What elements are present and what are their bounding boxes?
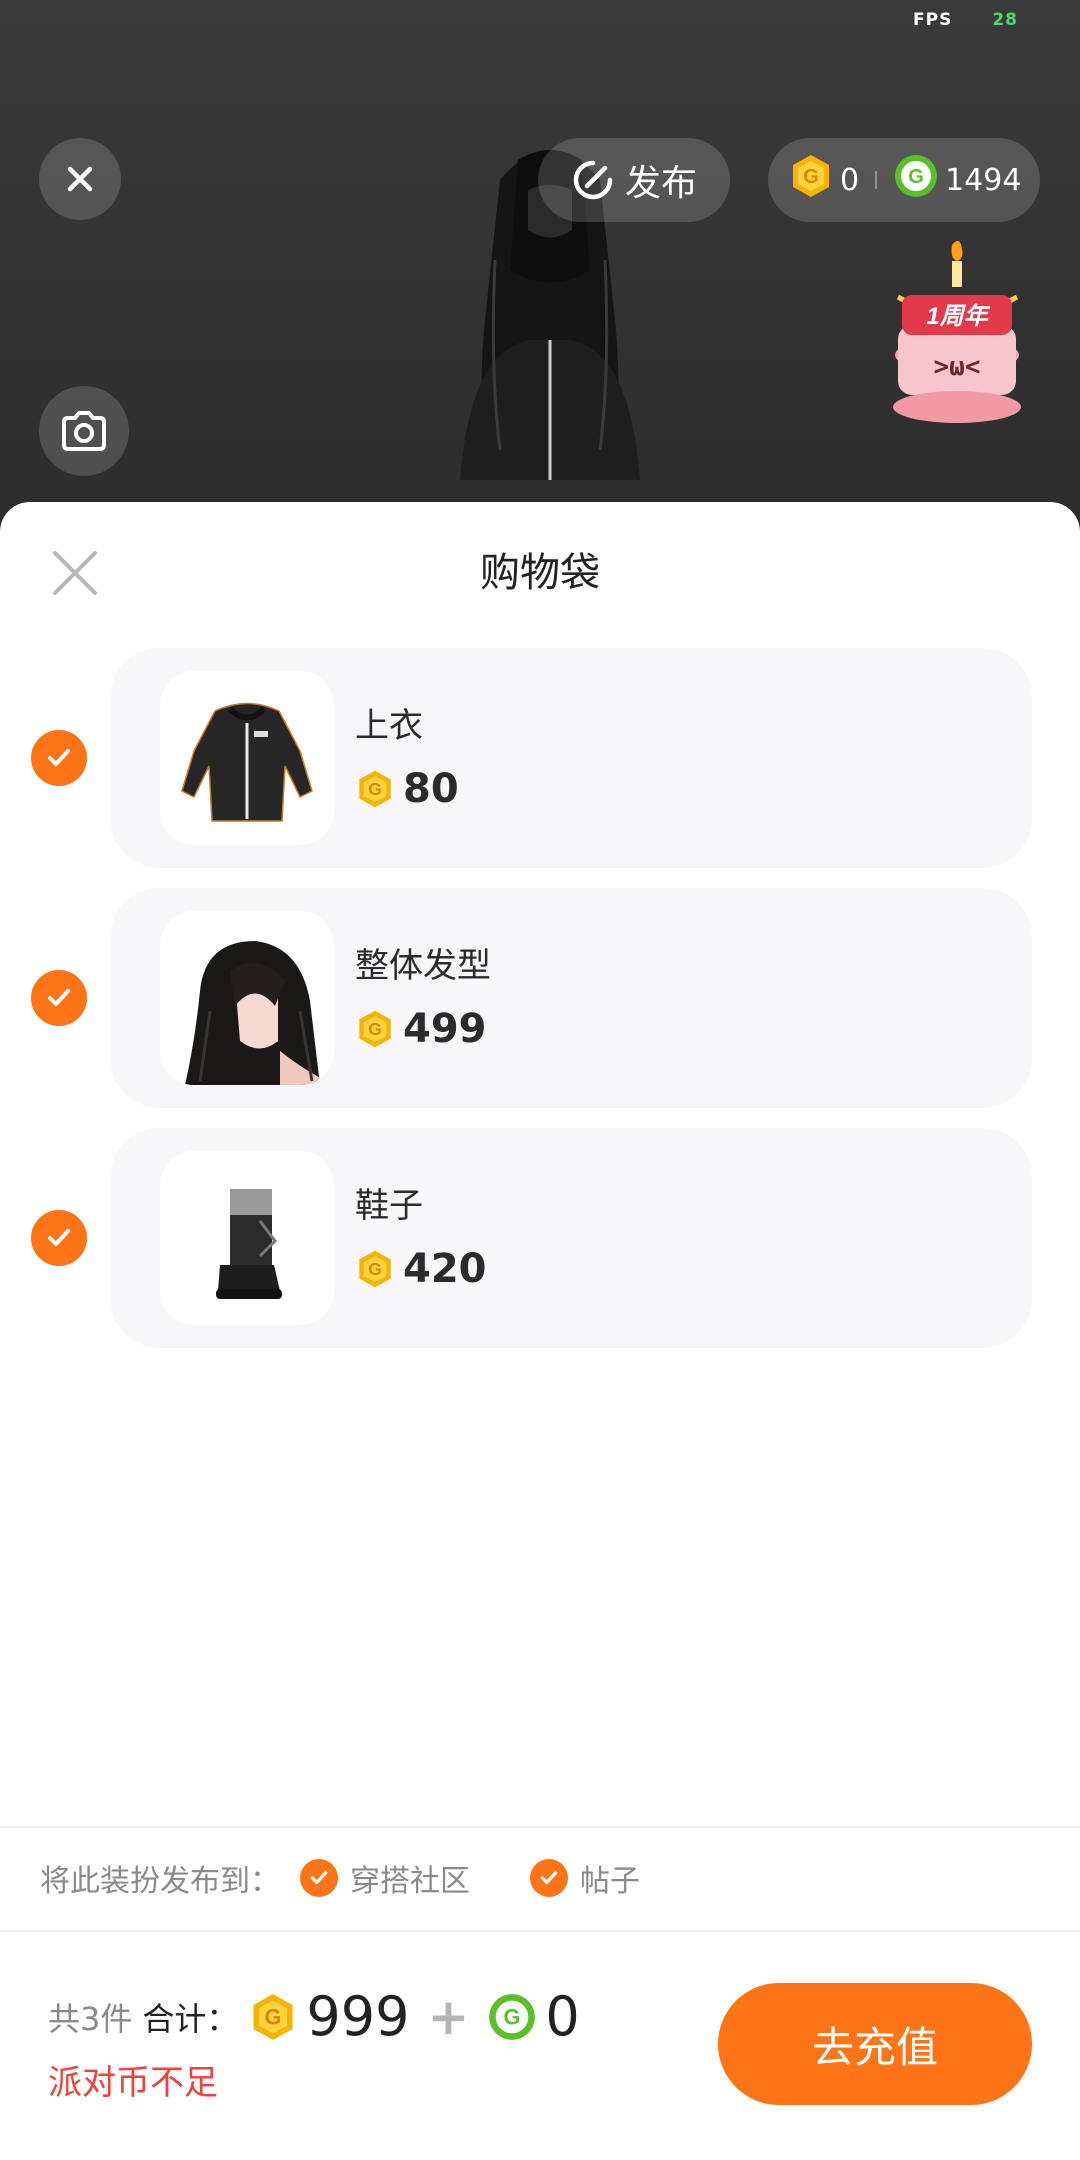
recharge-button[interactable]: 去充值 [718,1983,1032,2105]
anniversary-cake-badge[interactable]: 1周年 >ω< [880,235,1035,435]
item-thumbnail-hair [160,911,334,1085]
publish-label: 发布 [624,163,697,204]
party-coin-icon: G [359,1010,391,1048]
check-icon [48,749,70,766]
sheet-title: 购物袋 [480,550,600,596]
order-total: 共3件 合计： G 999 + G 0 [48,1985,580,2048]
item-select-checkbox[interactable] [31,970,87,1026]
wallet-balance[interactable]: G 0 G 1494 [768,138,1040,222]
item-card[interactable]: 整体发型 G 499 [110,888,1032,1108]
total-label: 合计： [142,1999,239,2038]
shopping-bag-sheet: 购物袋 上衣 G 80 整体发型 G 499 鞋子 G 420 [0,502,1080,2160]
party-coin-icon: G [359,770,391,808]
publish-to-row: 将此装扮发布到： 穿搭社区 帖子 [40,1852,640,1904]
divider [0,1826,1080,1828]
party-coin-balance: 0 [840,162,860,198]
green-coin-total: 0 [545,1985,580,2048]
divider [0,1930,1080,1932]
check-icon [48,1229,70,1246]
svg-text:G: G [368,1019,382,1039]
fps-value: 28 [992,10,1018,30]
cart-item-shoes: 鞋子 G 420 [0,1128,1080,1348]
avatar-preview-scene: FPS 28 发布 G 0 G 1494 1周年 >ω< [0,0,1080,540]
camera-icon [62,411,106,451]
item-thumbnail-hoodie [160,671,334,845]
svg-text:G: G [265,2004,282,2029]
publish-button[interactable]: 发布 [538,138,730,222]
publish-option-post[interactable]: 帖子 [530,1856,640,1900]
anniversary-badge-text: 1周年 [926,303,990,330]
svg-text:G: G [504,2004,521,2029]
item-price-value: 80 [403,766,459,812]
publish-to-label: 将此装扮发布到： [40,1864,280,1899]
item-price: G 499 [355,1006,487,1052]
party-coin-icon: G [788,153,834,207]
close-icon [67,166,93,192]
svg-text:G: G [368,779,382,799]
plus-sign: + [427,1987,470,2046]
item-price: G 80 [355,766,459,812]
item-select-checkbox[interactable] [31,1210,87,1266]
fps-counter: FPS 28 [913,10,1018,30]
check-icon [530,1859,568,1897]
publish-option-label: 穿搭社区 [350,1864,470,1899]
item-select-checkbox[interactable] [31,730,87,786]
item-card[interactable]: 上衣 G 80 [110,648,1032,868]
close-scene-button[interactable] [39,138,121,220]
check-icon [48,989,70,1006]
item-count: 共3件 [48,1999,133,2038]
green-coin-icon: G [489,1993,536,2040]
item-name: 鞋子 [355,1186,423,1226]
item-name: 整体发型 [355,946,491,986]
publish-icon [573,160,613,200]
party-coin-icon: G [359,1250,391,1288]
camera-button[interactable] [39,386,129,476]
svg-text:G: G [803,166,819,188]
item-card[interactable]: 鞋子 G 420 [110,1128,1032,1348]
insufficient-coins-warning: 派对币不足 [48,2063,218,2103]
party-coin-total: 999 [306,1985,410,2048]
wallet-separator [875,171,878,189]
publish-option-label: 帖子 [580,1864,640,1899]
item-price-value: 499 [403,1006,487,1052]
svg-text:G: G [368,1259,382,1279]
green-coin-icon: G [893,153,939,207]
item-name: 上衣 [355,706,423,746]
publish-option-community[interactable]: 穿搭社区 [300,1856,470,1900]
cart-item-top: 上衣 G 80 [0,648,1080,868]
fps-label: FPS [913,10,953,30]
party-coin-icon: G [253,1993,293,2040]
svg-text:G: G [908,166,924,188]
check-icon [300,1859,338,1897]
green-coin-balance: 1494 [945,162,1022,198]
item-price: G 420 [355,1246,487,1292]
item-price-value: 420 [403,1246,487,1292]
item-thumbnail-boots [160,1151,334,1325]
cart-item-hair: 整体发型 G 499 [0,888,1080,1108]
svg-text:>ω<: >ω< [934,352,981,382]
